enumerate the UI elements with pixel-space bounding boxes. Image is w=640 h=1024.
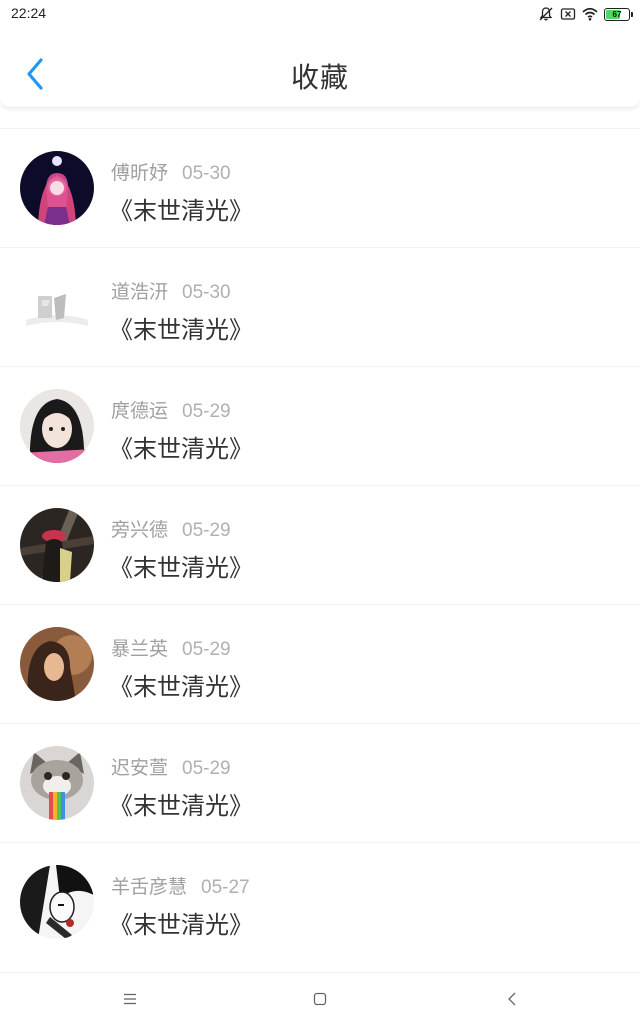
list-item[interactable]: 旁兴德 05-29 《末世清光》: [0, 485, 640, 604]
item-author: 傅昕妤: [111, 162, 169, 184]
item-author: 迟安萱: [111, 757, 169, 779]
item-author: 庹德运: [111, 400, 169, 422]
navigation-bar: [0, 972, 640, 1024]
avatar[interactable]: [20, 865, 94, 939]
menu-icon: [124, 993, 136, 1005]
item-date: 05-29: [182, 758, 231, 779]
item-date: 05-30: [182, 163, 231, 184]
item-date: 05-29: [182, 520, 231, 541]
item-date: 05-29: [182, 401, 231, 422]
menu-button[interactable]: [118, 987, 142, 1011]
avatar[interactable]: [20, 151, 94, 225]
item-title: 《末世清光》: [109, 435, 253, 463]
item-date: 05-29: [182, 639, 231, 660]
list-item[interactable]: 傅昕妤 05-30 《末世清光》: [0, 128, 640, 247]
status-time: 22:24: [11, 5, 47, 21]
avatar[interactable]: [20, 746, 94, 820]
home-icon: [313, 992, 327, 1006]
home-button[interactable]: [308, 987, 332, 1011]
avatar[interactable]: [20, 627, 94, 701]
item-meta: 道浩汧 05-30: [111, 277, 231, 304]
list-item[interactable]: 庹德运 05-29 《末世清光》: [0, 366, 640, 485]
battery-icon: 67: [604, 7, 633, 21]
item-meta: 暴兰英 05-29: [111, 634, 231, 661]
list-item[interactable]: 道浩汧 05-30 《末世清光》: [0, 247, 640, 366]
item-author: 暴兰英: [111, 638, 169, 660]
item-title: 《末世清光》: [109, 316, 253, 344]
item-title: 《末世清光》: [109, 911, 253, 939]
item-title: 《末世清光》: [109, 197, 253, 225]
item-title: 《末世清光》: [109, 673, 253, 701]
item-author: 羊舌彦慧: [111, 876, 188, 898]
avatar[interactable]: [20, 508, 94, 582]
list-item[interactable]: 暴兰英 05-29 《末世清光》: [0, 604, 640, 723]
item-meta: 旁兴德 05-29: [111, 515, 231, 542]
battery-level: 67: [612, 9, 622, 19]
no-sim-icon: [560, 8, 576, 20]
list-item[interactable]: 羊舌彦慧 05-27 《末世清光》: [0, 842, 640, 961]
item-meta: 庹德运 05-29: [111, 396, 231, 423]
page-title: 收藏: [290, 61, 349, 94]
nav-back-button[interactable]: [500, 987, 524, 1011]
item-author: 道浩汧: [111, 281, 169, 303]
item-meta: 羊舌彦慧 05-27: [111, 872, 250, 899]
header: 收藏: [0, 28, 640, 108]
wifi-icon: [582, 7, 598, 21]
status-bar: 22:24 67: [0, 0, 640, 28]
avatar[interactable]: [20, 270, 94, 344]
item-date: 05-27: [201, 877, 250, 898]
item-date: 05-30: [182, 282, 231, 303]
item-author: 旁兴德: [111, 519, 169, 541]
item-title: 《末世清光》: [109, 792, 253, 820]
avatar[interactable]: [20, 389, 94, 463]
item-meta: 迟安萱 05-29: [111, 753, 231, 780]
back-icon: [508, 992, 516, 1006]
status-icons: 67: [538, 5, 633, 23]
favorites-list: 傅昕妤 05-30 《末世清光》 道浩汧 05-30 《末世清光》 庹德运 05…: [0, 128, 640, 961]
item-meta: 傅昕妤 05-30: [111, 158, 231, 185]
list-item[interactable]: 迟安萱 05-29 《末世清光》: [0, 723, 640, 842]
item-title: 《末世清光》: [109, 554, 253, 582]
notifications-muted-icon: [539, 7, 553, 21]
